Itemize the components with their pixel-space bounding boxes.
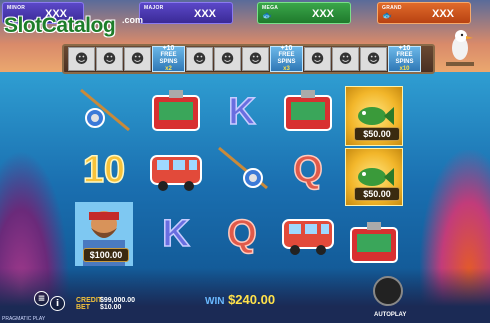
spin-button[interactable] bbox=[373, 276, 403, 306]
fish-icon: 🐟 bbox=[382, 11, 392, 20]
credit-value: $99,000.00 bbox=[99, 297, 135, 304]
bet-label: BET bbox=[76, 304, 90, 311]
fish-icon: 🐟 bbox=[262, 11, 272, 20]
fishing-rod-symbol bbox=[213, 144, 271, 196]
balance-panel: CREDIT $99,000.00 BET $10.00 bbox=[76, 297, 135, 311]
ten-symbol: 10 bbox=[82, 148, 126, 192]
q-symbol: Q bbox=[292, 148, 323, 192]
money-fish-symbol: $50.00 bbox=[345, 86, 403, 146]
jackpot-grand: GRAND 🐟 XXX bbox=[377, 2, 471, 24]
credit-label: CREDIT bbox=[76, 297, 103, 304]
settings-icon[interactable]: ≡ bbox=[34, 291, 49, 306]
tackle-box-symbol bbox=[345, 214, 403, 274]
jackpot-mega: MEGA 🐟 XXX bbox=[257, 2, 351, 24]
k-symbol: K bbox=[162, 212, 191, 256]
jackpot-tag: MAJOR bbox=[144, 5, 164, 11]
jackpot-value: XXX bbox=[311, 8, 334, 20]
reel-grid[interactable]: 10 $100.00 K K Q Q $50.00 $50.00 bbox=[75, 86, 415, 286]
fisherman-icon: ☻ bbox=[242, 47, 269, 71]
fisherman-icon: ☻ bbox=[214, 47, 241, 71]
free-spins-bonus: +10 FREE SPINS x10 bbox=[388, 45, 421, 72]
jackpot-major: MAJOR XXX bbox=[139, 2, 233, 24]
fisherman-progress-track: ☻ ☻ ☻ +10 FREE SPINS x2 ☻ ☻ ☻ +10 FREE S… bbox=[62, 44, 435, 74]
camper-van-symbol bbox=[279, 202, 337, 266]
fisherman-icon: ☻ bbox=[304, 47, 331, 71]
tackle-box-symbol bbox=[147, 86, 205, 138]
fishing-rod-symbol bbox=[75, 86, 133, 138]
info-icon[interactable]: i bbox=[50, 296, 65, 311]
win-label: WIN bbox=[205, 296, 225, 307]
q-symbol: Q bbox=[226, 212, 257, 256]
provider-brand: PRAGMATIC PLAY bbox=[2, 316, 46, 322]
tackle-box-symbol bbox=[279, 86, 337, 138]
autoplay-button[interactable]: AUTOPLAY bbox=[374, 312, 406, 318]
k-symbol: K bbox=[228, 90, 257, 134]
win-display: WIN $240.00 bbox=[205, 292, 275, 307]
free-spins-bonus: +10 FREE SPINS x3 bbox=[270, 45, 303, 72]
fisherman-icon: ☻ bbox=[68, 47, 95, 71]
fisherman-symbol: $100.00 bbox=[75, 202, 133, 266]
watermark-logo: SlotCatalog bbox=[4, 14, 116, 37]
money-fish-symbol: $50.00 bbox=[345, 148, 403, 206]
fisherman-icon: ☻ bbox=[96, 47, 123, 71]
bet-value: $10.00 bbox=[99, 304, 122, 311]
free-spins-bonus: +10 FREE SPINS x2 bbox=[152, 45, 185, 72]
fisherman-icon: ☻ bbox=[124, 47, 151, 71]
jackpot-value: XXX bbox=[193, 8, 216, 20]
fisherman-icon: ☻ bbox=[332, 47, 359, 71]
money-value-tag: $50.00 bbox=[354, 187, 400, 201]
fisherman-icon: ☻ bbox=[360, 47, 387, 71]
watermark-suffix: .com bbox=[122, 15, 144, 25]
fisherman-icon: ☻ bbox=[186, 47, 213, 71]
seagull-icon bbox=[446, 30, 474, 66]
camper-van-symbol bbox=[147, 144, 205, 196]
jackpot-tag: MINOR bbox=[7, 5, 26, 11]
jackpot-value: XXX bbox=[431, 8, 454, 20]
money-value-tag: $100.00 bbox=[83, 248, 129, 262]
money-value-tag: $50.00 bbox=[354, 127, 400, 141]
win-value: $240.00 bbox=[228, 292, 276, 307]
